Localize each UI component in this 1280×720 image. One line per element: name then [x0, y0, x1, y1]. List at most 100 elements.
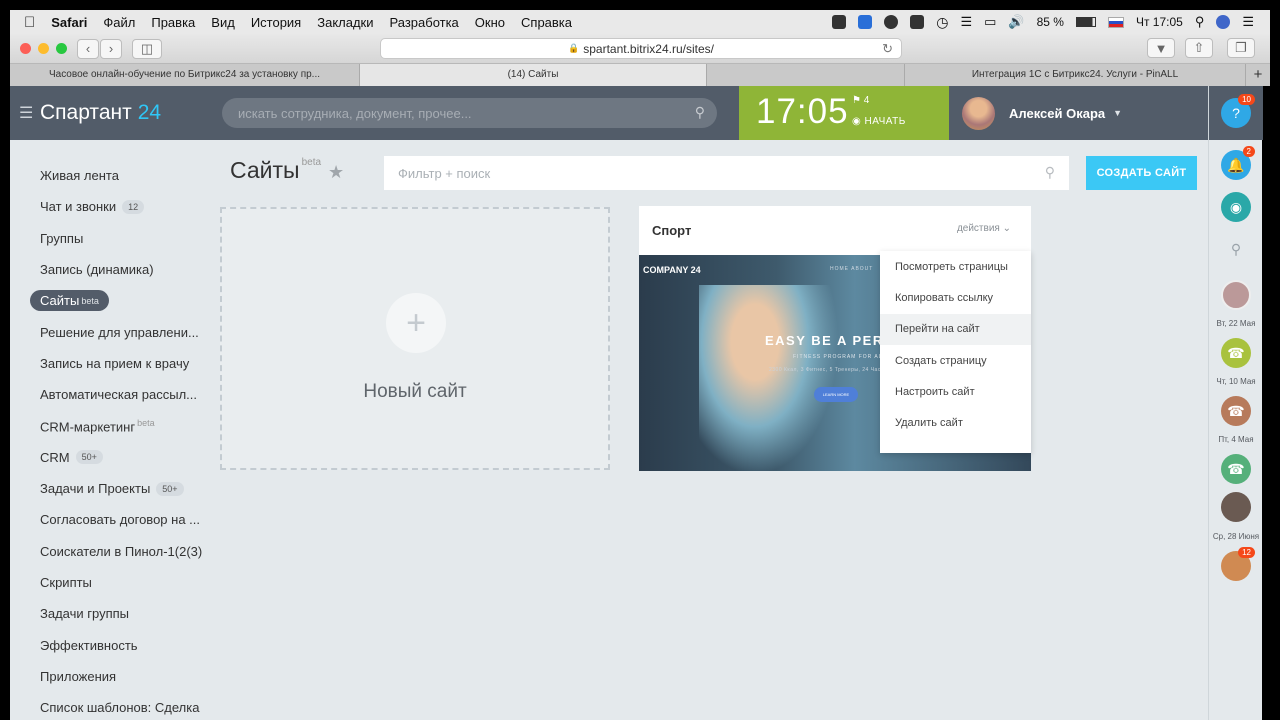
create-site-button[interactable]: СОЗДАТЬ САЙТ [1086, 156, 1197, 190]
sidebar-item[interactable]: Запись на прием к врачу [10, 348, 215, 379]
right-sidebar: ? 10 🔔 2 ◉ ⚲ Вт, 22 Мая ☎ Чт, 10 Мая ☎ Пт,… [1208, 86, 1263, 720]
menu-view[interactable]: Вид [211, 15, 235, 30]
filter-search-input[interactable]: Фильтр + поиск ⚲ [384, 156, 1069, 190]
menu-burger-icon[interactable]: ☰ [19, 103, 33, 123]
menu-window[interactable]: Окно [475, 15, 505, 30]
tab-1[interactable]: Часовое онлайн-обучение по Битрикс24 за … [10, 64, 360, 86]
sidebar-item[interactable]: Группы [10, 223, 215, 254]
phone-call-icon-3[interactable]: ☎ [1221, 454, 1251, 484]
sidebar-item[interactable]: CRM 50+ [10, 442, 215, 473]
global-search-input[interactable]: искать сотрудника, документ, прочее... ⚲ [222, 98, 717, 128]
sidebar-item-label: Эффективность [40, 637, 138, 653]
new-tab-button[interactable]: + [1246, 64, 1270, 86]
tab-3[interactable] [707, 64, 905, 86]
plus-icon[interactable]: + [386, 293, 446, 353]
sidebar-item[interactable]: Список шаблонов: Сделка [10, 692, 215, 720]
sidebar-item[interactable]: Задачи и Проекты 50+ [10, 473, 215, 504]
close-window-button[interactable] [20, 43, 31, 54]
contact-avatar-1[interactable] [1221, 280, 1251, 310]
sidebar-item[interactable]: Живая лента [10, 160, 215, 191]
chevron-down-icon[interactable]: ▼ [1113, 108, 1122, 118]
share-icon[interactable]: ⇧ [1185, 38, 1213, 58]
user-menu[interactable]: Алексей Окара ▼ [962, 96, 1122, 130]
sidebar-item[interactable]: Скрипты [10, 567, 215, 598]
sidebar-item[interactable]: Соискатели в Пинол-1(2(3) [10, 536, 215, 567]
teamviewer-icon[interactable] [858, 15, 873, 29]
contact-avatar-2[interactable] [1221, 492, 1251, 522]
sidebar-item[interactable]: Чат и звонки 12 [10, 191, 215, 222]
menu-bookmarks[interactable]: Закладки [317, 15, 373, 30]
sidebar-item[interactable]: Задачи группы [10, 598, 215, 629]
battery-icon[interactable] [1075, 17, 1096, 27]
sidebar-item-label: Запись (динамика) [40, 262, 154, 278]
notifications-bell-icon[interactable]: 🔔 2 [1221, 146, 1255, 180]
sidebar-item[interactable]: Согласовать договор на ... [10, 504, 215, 535]
new-site-tile[interactable]: + Новый сайт [220, 207, 610, 470]
menu-file[interactable]: Файл [103, 15, 135, 30]
url-text: spartant.bitrix24.ru/sites/ [583, 41, 714, 56]
user-avatar[interactable] [962, 96, 995, 130]
menu-delete-site[interactable]: Удалить сайт [880, 407, 1031, 438]
time-machine-icon[interactable]: ◷ [936, 14, 948, 31]
menu-create-page[interactable]: Создать страницу [880, 345, 1031, 376]
sidebar-item[interactable]: CRM-маркетинг beta [10, 410, 215, 441]
menu-history[interactable]: История [251, 15, 301, 30]
sidebar-item-content: Задачи и Проекты [40, 481, 150, 496]
start-day-button[interactable]: ◉ НАЧАТЬ [852, 116, 906, 127]
phone-call-icon-2[interactable]: ☎ [1221, 396, 1251, 426]
show-tabs-icon[interactable]: ❐ [1227, 38, 1255, 58]
sidebar-item[interactable]: Сайты beta [10, 285, 215, 316]
minimize-window-button[interactable] [38, 43, 49, 54]
sidebar-toggle-icon[interactable]: ◫ [132, 38, 162, 59]
tray-square-icon[interactable] [910, 15, 925, 29]
tab-sites[interactable]: (14) Сайты [360, 64, 707, 86]
downloads-icon[interactable]: ▼ [1147, 38, 1175, 58]
actions-dropdown[interactable]: действия ⌄ [957, 223, 1011, 234]
menu-configure-site[interactable]: Настроить сайт [880, 376, 1031, 407]
search-icon[interactable]: ⚲ [1045, 164, 1055, 181]
search-icon[interactable]: ⚲ [695, 104, 705, 121]
menu-copy-link[interactable]: Копировать ссылку [880, 282, 1031, 313]
spotlight-icon[interactable]: ⚲ [1195, 14, 1205, 30]
tray-circle-icon[interactable] [884, 15, 899, 29]
menu-develop[interactable]: Разработка [390, 15, 459, 30]
sidebar-item[interactable]: Решение для управлени... [10, 316, 215, 347]
apple-icon[interactable]:  [24, 14, 35, 31]
contact-search-icon[interactable]: ⚲ [1221, 234, 1251, 264]
record-icon: ◉ [852, 116, 862, 127]
sidebar-item[interactable]: Автоматическая рассыл... [10, 379, 215, 410]
menu-edit[interactable]: Правка [151, 15, 195, 30]
phone-call-icon[interactable]: ☎ [1221, 338, 1251, 368]
menu-view-pages[interactable]: Посмотреть страницы [880, 251, 1031, 282]
sidebar-item-content: Сайты beta [30, 290, 109, 312]
reload-icon[interactable]: ↻ [882, 41, 893, 57]
address-bar[interactable]: 🔒 spartant.bitrix24.ru/sites/ ↻ [380, 38, 902, 59]
wifi-icon[interactable]: ☰ [960, 14, 972, 30]
menu-go-to-site[interactable]: Перейти на сайт [880, 313, 1031, 345]
menu-clock[interactable]: Чт 17:05 [1136, 15, 1183, 29]
back-button[interactable]: ‹ [77, 38, 99, 59]
sidebar-item[interactable]: Приложения [10, 661, 215, 692]
worktime-widget[interactable]: 17:05 ⚑ 4 ◉ НАЧАТЬ [739, 86, 949, 140]
logo[interactable]: ☰ Спартант 24 [10, 86, 161, 140]
preview-button: LEARN MORE [814, 387, 858, 402]
open-lines-icon[interactable]: ◉ [1221, 192, 1251, 222]
menu-help[interactable]: Справка [521, 15, 572, 30]
site-card-title[interactable]: Спорт [652, 223, 691, 238]
volume-icon[interactable]: 🔊 [1008, 14, 1024, 30]
favorite-star-icon[interactable]: ★ [328, 162, 344, 183]
tab-4[interactable]: Интеграция 1С с Битрикс24. Услуги - PinA… [905, 64, 1246, 86]
russian-flag-icon[interactable] [1107, 16, 1124, 28]
airplay-icon[interactable]: ▭ [984, 14, 996, 30]
sidebar-item[interactable]: Эффективность [10, 629, 215, 660]
contact-avatar-3[interactable]: 12 [1221, 547, 1255, 581]
sidebar-item-content: Запись (динамика) [40, 262, 154, 277]
notification-center-icon[interactable]: ☰ [1242, 14, 1254, 30]
sidebar-item[interactable]: Запись (динамика) [10, 254, 215, 285]
menu-app-name[interactable]: Safari [51, 15, 87, 30]
siri-icon[interactable] [1216, 15, 1231, 29]
tray-app-icon[interactable] [832, 15, 847, 29]
help-button[interactable]: ? 10 [1221, 94, 1255, 128]
zoom-window-button[interactable] [56, 43, 67, 54]
forward-button[interactable]: › [100, 38, 122, 59]
